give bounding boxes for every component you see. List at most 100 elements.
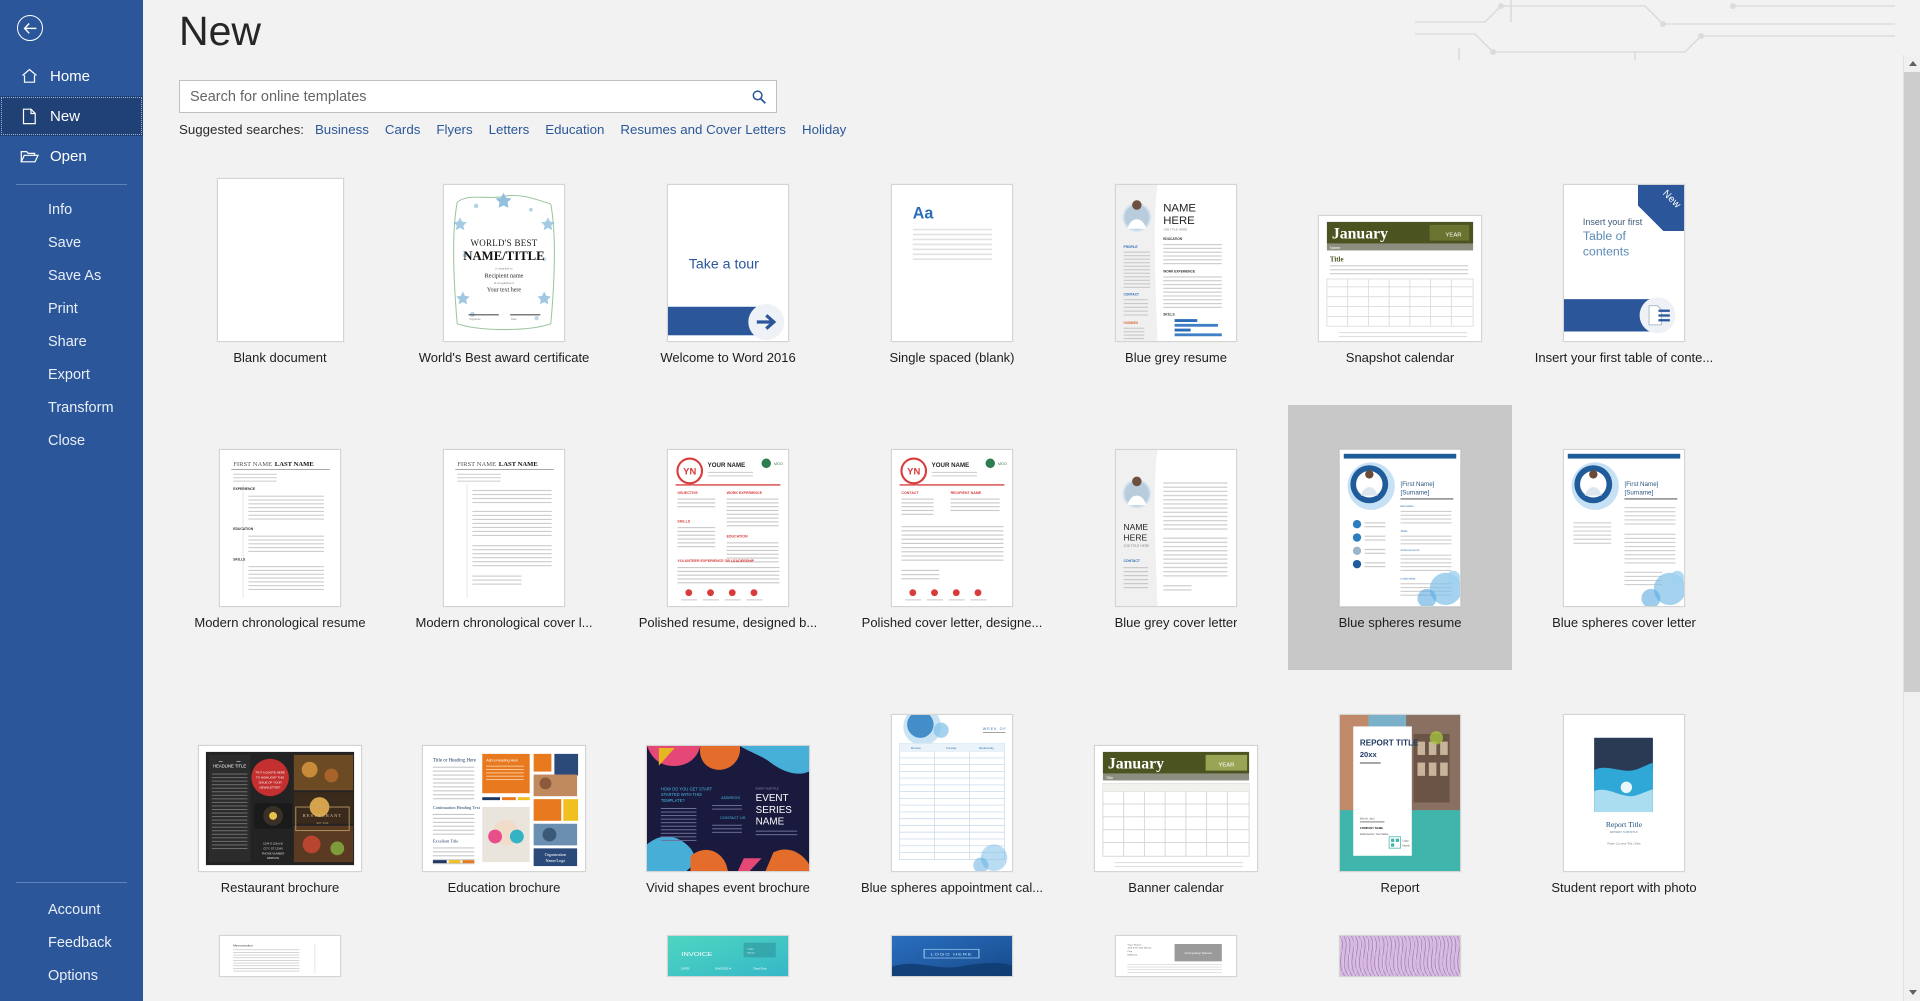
template-card[interactable]: Take a tour Welcome to Word 2016 [616, 140, 840, 405]
template-card[interactable]: Blank document [168, 140, 392, 405]
sidebar-item-account[interactable]: Account [0, 893, 143, 926]
template-card[interactable] [392, 935, 616, 995]
svg-text:JOB TITLE HERE: JOB TITLE HERE [1124, 544, 1150, 548]
template-thumbnail-holder: January YEAR Name Title [1318, 146, 1482, 342]
svg-text:Website: Website [1127, 954, 1138, 956]
svg-text:Authored by: Your Name: Authored by: Your Name [1360, 832, 1389, 836]
template-card[interactable]: Title or Heading Here Continuation Headi… [392, 670, 616, 935]
scroll-down-arrow-icon[interactable] [1904, 984, 1920, 1001]
search-box[interactable] [179, 80, 777, 113]
svg-text:Title or Heading Here: Title or Heading Here [433, 759, 477, 764]
scroll-up-arrow-icon[interactable] [1904, 55, 1920, 72]
sidebar-item-print[interactable]: Print [0, 292, 143, 325]
sidebar-item-transform[interactable]: Transform [0, 391, 143, 424]
sidebar-bottom-group: Account Feedback Options [0, 874, 143, 992]
svg-text:Title: Title [1330, 256, 1344, 263]
template-thumbnail-vivid-brochure: HOW DO YOU GET START STARTED WITH THIS T… [646, 745, 810, 872]
sidebar-item-feedback[interactable]: Feedback [0, 926, 143, 959]
new-document-icon [18, 106, 40, 126]
suggested-link-holiday[interactable]: Holiday [802, 122, 846, 137]
template-card[interactable]: WORLD'S BEST NAME/TITLE is awarded to Re… [392, 140, 616, 405]
sidebar-item-label: Transform [48, 399, 114, 416]
template-card[interactable]: Memorandum [168, 935, 392, 995]
sidebar-item-home[interactable]: Home [0, 56, 143, 96]
svg-text:20xx: 20xx [1360, 750, 1378, 759]
template-thumbnail-snapshot-calendar: January YEAR Name Title [1318, 215, 1482, 342]
template-card[interactable]: INVOICE Logo Name DATE INVOICE # Total D… [616, 935, 840, 995]
template-card[interactable]: HOW DO YOU GET START STARTED WITH THIS T… [616, 670, 840, 935]
vertical-scrollbar[interactable] [1903, 55, 1920, 1001]
template-card[interactable]: REPORT TITLE 20xx [Month, day] COMPANY N… [1288, 670, 1512, 935]
template-card[interactable]: WEEK OF Monday Tuesday Wednesday Blue sp… [840, 670, 1064, 935]
template-caption: Blue spheres appointment cal... [860, 880, 1044, 895]
svg-text:NAME: NAME [756, 817, 785, 828]
sidebar-item-label: Save [48, 234, 82, 251]
scrollbar-thumb[interactable] [1904, 72, 1920, 692]
template-card[interactable]: [First Name] [Surname] Education Skills … [1288, 405, 1512, 670]
template-card[interactable]: LOGO HERE [840, 935, 1064, 995]
sidebar-item-label: Export [48, 366, 90, 383]
sidebar-item-export[interactable]: Export [0, 358, 143, 391]
template-card[interactable]: January YEAR Title Banner calendar [1064, 670, 1288, 935]
search-input[interactable] [190, 88, 748, 105]
template-thumbnail-holder: REPORT TITLE 20xx [Month, day] COMPANY N… [1339, 676, 1461, 872]
template-card[interactable]: YN YOUR NAME MOO OBJECTIVE WORK EXPERIEN… [616, 405, 840, 670]
svg-text:SERIES: SERIES [756, 805, 793, 816]
sidebar-item-options[interactable]: Options [0, 959, 143, 992]
template-grid-scroll-region[interactable]: Blank document WORLD'S BEST NAME/TITLE i… [143, 140, 1902, 1001]
new-badge-label: New [1660, 188, 1683, 211]
sidebar-item-close[interactable]: Close [0, 424, 143, 457]
suggested-link-resumes[interactable]: Resumes and Cover Letters [620, 122, 786, 137]
template-card[interactable]: Your Name 123 123 123 Street City Websit… [1064, 935, 1288, 995]
svg-text:SKILLS: SKILLS [677, 519, 690, 523]
sidebar-item-save[interactable]: Save [0, 226, 143, 259]
sidebar-item-save-as[interactable]: Save As [0, 259, 143, 292]
template-card[interactable] [1288, 935, 1512, 995]
suggested-link-business[interactable]: Business [315, 122, 369, 137]
template-card[interactable]: Report Title REPORT SUBTITLE Paper | Cou… [1512, 670, 1736, 935]
sidebar-item-info[interactable]: Info [0, 193, 143, 226]
template-caption: Banner calendar [1128, 880, 1224, 895]
template-card[interactable]: HEADLINE TITLE "PUT A QUOTE HERE TO HIGH… [168, 670, 392, 935]
svg-text:VOLUNTEER EXPERIENCE OR LEADER: VOLUNTEER EXPERIENCE OR LEADERSHIP [677, 559, 754, 563]
suggested-link-flyers[interactable]: Flyers [436, 122, 472, 137]
template-thumbnail-holder [443, 935, 565, 987]
template-thumbnail-holder: NAME HERE JOB TITLE HERE EDUCATION WORK … [1115, 146, 1237, 342]
scrollbar-track[interactable] [1904, 72, 1920, 984]
suggested-link-education[interactable]: Education [545, 122, 604, 137]
template-card[interactable]: NAME HERE JOB TITLE HERE EDUCATION WORK … [1064, 140, 1288, 405]
svg-text:SKILLS: SKILLS [1163, 312, 1175, 316]
template-thumbnail-holder: [First Name] [Surname] Education Skills … [1339, 411, 1461, 607]
template-card[interactable]: [First Name] [Surname] Blue spheres cove… [1512, 405, 1736, 670]
template-card[interactable]: January YEAR Name Title Snapshot calenda… [1288, 140, 1512, 405]
svg-text:Recipient name: Recipient name [485, 272, 524, 279]
template-card[interactable]: YN YOUR NAME MOO CONTACT RECIPIENT NAME [840, 405, 1064, 670]
suggested-link-letters[interactable]: Letters [489, 122, 530, 137]
svg-text:in recognition of: in recognition of [494, 281, 514, 285]
template-thumbnail-restaurant-brochure: HEADLINE TITLE "PUT A QUOTE HERE TO HIGH… [198, 745, 362, 872]
template-card[interactable]: NAME HERE JOB TITLE HERE CONTACT Blue gr… [1064, 405, 1288, 670]
svg-text:HOBBIES: HOBBIES [1124, 321, 1139, 325]
template-card[interactable]: Insert your first Table of contents New I… [1512, 140, 1736, 405]
sidebar-item-new[interactable]: New [0, 96, 143, 136]
template-thumbnail-holder: YN YOUR NAME MOO OBJECTIVE WORK EXPERIEN… [667, 411, 789, 607]
svg-text:Insert your first: Insert your first [1583, 217, 1643, 227]
template-caption: Restaurant brochure [220, 880, 340, 895]
svg-text:YOUR NAME: YOUR NAME [708, 462, 745, 469]
template-thumbnail-certificate: WORLD'S BEST NAME/TITLE is awarded to Re… [443, 184, 565, 342]
sidebar-item-share[interactable]: Share [0, 325, 143, 358]
template-card[interactable] [1512, 935, 1736, 995]
template-thumbnail-partial-texture [1339, 935, 1461, 977]
template-card[interactable]: FIRST NAME LAST NAME Modern chronologica… [392, 405, 616, 670]
svg-text:YEAR: YEAR [1445, 233, 1461, 239]
suggested-link-cards[interactable]: Cards [385, 122, 420, 137]
template-thumbnail-bluegrey-resume: NAME HERE JOB TITLE HERE EDUCATION WORK … [1115, 184, 1237, 342]
search-icon[interactable] [748, 86, 770, 108]
svg-text:WEBSITE: WEBSITE [267, 856, 280, 860]
template-card[interactable]: FIRST NAME LAST NAME EXPERIENCE EDUCATIO… [168, 405, 392, 670]
back-button[interactable] [10, 8, 50, 48]
template-card[interactable]: Aa Single spaced (blank) [840, 140, 1064, 405]
sidebar-item-open[interactable]: Open [0, 136, 143, 176]
svg-text:EST. 2019: EST. 2019 [317, 821, 329, 825]
svg-text:Achievements: Achievements [1400, 548, 1419, 552]
